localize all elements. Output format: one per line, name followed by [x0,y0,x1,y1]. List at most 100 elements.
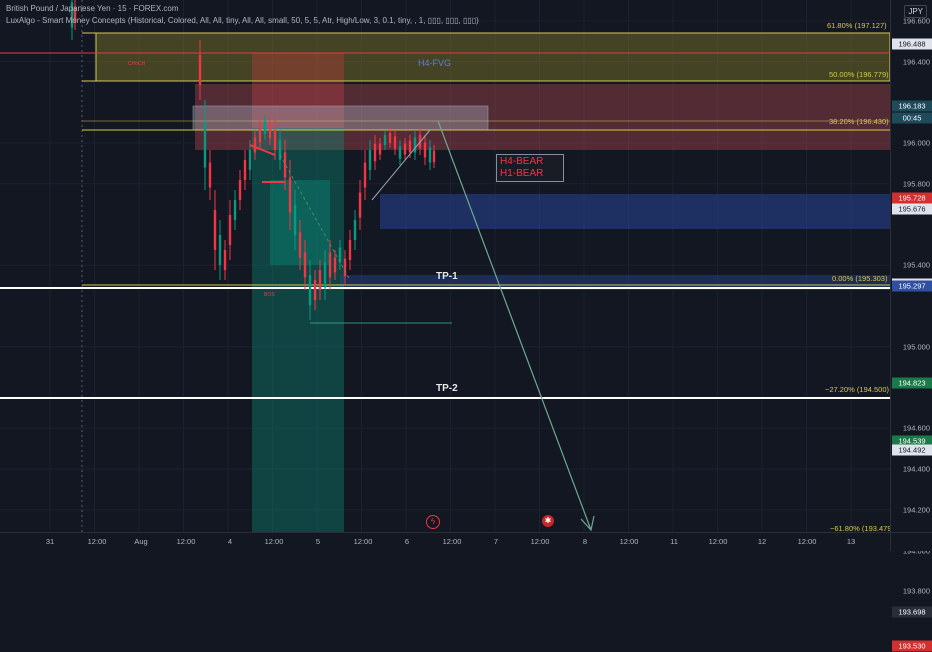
time-tick: 12 [757,537,767,546]
time-tick: 5 [315,537,321,546]
candle-body [343,258,347,277]
candle-body [373,143,377,162]
candle-body [238,180,242,200]
candle-body [258,127,262,143]
chart-window[interactable]: British Pound / Japanese Yen · 15 · FORE… [0,0,932,652]
candle-body [298,232,302,258]
candle-body [328,252,332,278]
chart-plot-area[interactable]: British Pound / Japanese Yen · 15 · FORE… [0,0,890,532]
price-tag: 00:45 [892,112,932,124]
candle-body [288,177,292,213]
flag-event-icon[interactable]: ✱ [542,515,554,527]
price-tag: 196.183 [892,100,932,112]
fib-50-label: 50.00% (196.779) [829,70,889,79]
price-tick: 196.600 [902,16,930,26]
candle-body [398,146,402,159]
candle-body [413,137,417,153]
candle-body [378,143,382,155]
symbol-title[interactable]: British Pound / Japanese Yen · 15 · FORE… [6,4,179,13]
fvg-zone [95,32,890,82]
time-tick: Aug [134,537,148,546]
candle-body [253,137,257,153]
time-tick: 13 [846,537,856,546]
candle-body [293,205,297,235]
candle-body [263,121,267,134]
fib-neg272-label: −27.20% (194.500) [825,385,890,394]
time-tick: 12:00 [442,537,462,546]
time-tick: 12:00 [530,537,550,546]
fib-382-label: 38.20% (196.430) [829,117,889,126]
candle-body [198,55,202,85]
time-tick: 8 [582,537,588,546]
h4-fvg-label: H4-FVG [418,58,452,68]
price-tag: 193.530 [892,640,932,652]
price-tick: 194.200 [902,505,930,515]
price-tag: 194.492 [892,444,932,456]
h1-bear-label: H1-BEAR [500,168,544,179]
price-tick: 195.800 [902,179,930,189]
price-axis[interactable]: JPY 197.200196.800196.600196.400196.0001… [890,0,932,652]
candle-body [432,150,436,163]
projection-arrow-head [580,515,595,532]
time-tick: 12:00 [619,537,639,546]
chart-canvas[interactable] [0,0,890,532]
price-tick: 195.000 [902,342,930,352]
bias-box[interactable]: H4-BEAR H1-BEAR [496,154,564,182]
candle-body [228,215,232,245]
time-tick: 12:00 [264,537,284,546]
candle-body [273,130,277,150]
time-tick: 7 [493,537,499,546]
axis-corner[interactable] [890,532,932,551]
candle-body [348,240,352,260]
candle-body [388,133,392,143]
fib-neg618-label: −61.80% (193.479) [830,524,890,532]
candle-body [383,135,387,145]
indicator-title[interactable]: LuxAlgo - Smart Money Concepts (Historic… [6,16,479,25]
fvg-zone-small [192,105,489,131]
lightning-event-icon[interactable]: ϟ [426,515,440,529]
candle-body [423,142,427,158]
candle-body [363,162,367,188]
candle-body [358,192,362,218]
candle-body [428,147,432,163]
price-tag: 193.698 [892,606,932,618]
candle-body [403,143,407,155]
time-tick: 6 [404,537,410,546]
tp2-label: TP-2 [436,383,458,394]
candle-body [283,152,287,178]
price-tag: 195.297 [892,280,932,292]
candle-body [368,150,372,170]
bos-label: BOS [264,292,275,298]
time-tick: 4 [227,537,233,546]
candle-body [333,257,337,273]
time-tick: 12:00 [708,537,728,546]
candle-body [318,270,322,290]
candle-body [208,162,212,188]
choch-label: CHoCH [128,61,146,67]
fib-0-label: 0.00% (195.303) [832,274,888,283]
price-tag: 195.728 [892,192,932,204]
candle-body [393,136,397,149]
tp1-label: TP-1 [436,271,458,282]
candle-body [408,140,412,153]
price-tick: 193.800 [902,586,930,596]
candle-body [353,220,357,240]
candle-body [268,124,272,139]
time-tick: 12:00 [353,537,373,546]
time-axis[interactable]: 31 12:00 Aug 12:00 4 12:00 5 12:00 6 12:00 7 12:00 8… [0,532,890,551]
candle-body [303,252,307,278]
price-tick: 196.400 [902,57,930,66]
fib-618-label: 61.80% (197.127) [827,21,887,30]
candle-body [243,160,247,180]
price-tick: 196.000 [902,138,930,148]
price-tick: 194.600 [902,423,930,433]
candle-body [323,262,327,288]
price-tick: 195.400 [902,260,930,270]
price-tag: 195.676 [892,203,932,215]
candle-body [248,150,252,170]
h4-bear-label: H4-BEAR [500,156,544,167]
time-tick: 12:00 [87,537,107,546]
time-tick: 12:00 [797,537,817,546]
demand-zone [380,194,890,229]
price-tag: 196.488 [892,38,932,50]
